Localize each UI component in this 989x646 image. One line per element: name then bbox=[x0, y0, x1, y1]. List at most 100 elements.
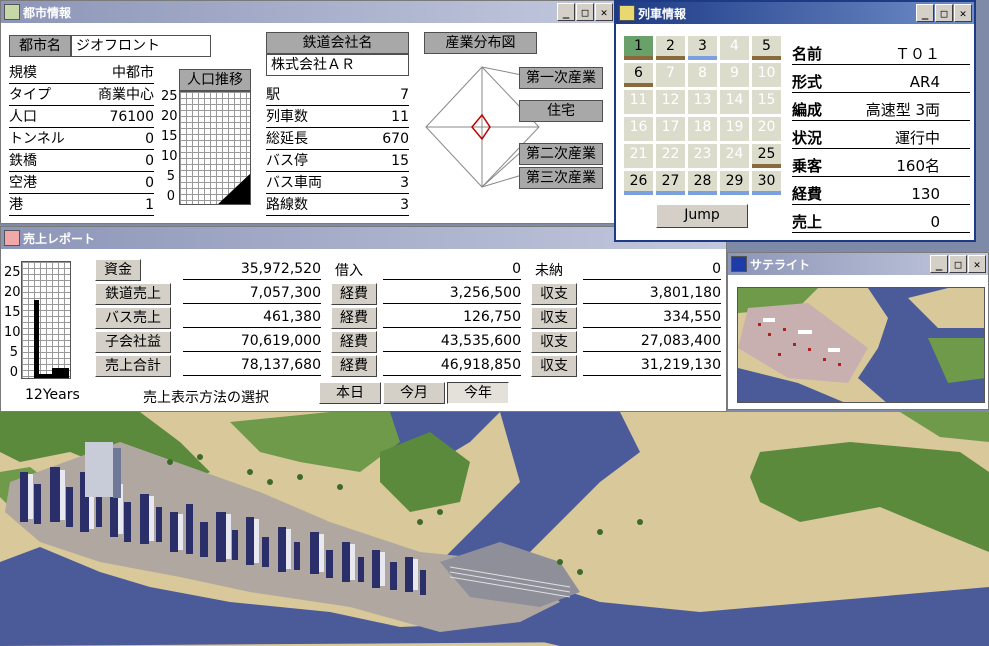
population-axis-tick: 25 bbox=[161, 89, 178, 104]
train-cell[interactable]: 16 bbox=[624, 117, 653, 141]
train-cell[interactable]: 6 bbox=[624, 63, 653, 87]
train-cell[interactable]: 26 bbox=[624, 171, 653, 195]
train-cell[interactable]: 3 bbox=[688, 36, 717, 60]
sales-row-right-label[interactable]: 収支 bbox=[531, 283, 577, 305]
train-cell[interactable]: 18 bbox=[688, 117, 717, 141]
city-stat-value: 0 bbox=[145, 131, 154, 147]
game-viewport[interactable] bbox=[0, 412, 989, 646]
train-cell[interactable]: 11 bbox=[624, 90, 653, 114]
industry-label-residential: 住宅 bbox=[519, 100, 603, 122]
rail-stat-value: 11 bbox=[391, 109, 409, 125]
train-cell[interactable]: 7 bbox=[656, 63, 685, 87]
maximize-button[interactable]: □ bbox=[935, 4, 953, 22]
train-info-label: 状況 bbox=[792, 129, 823, 147]
sales-chart bbox=[21, 261, 71, 379]
rail-stat-value: 7 bbox=[400, 87, 409, 103]
train-cell[interactable]: 24 bbox=[720, 144, 749, 168]
sales-row-right-label[interactable]: 収支 bbox=[531, 307, 577, 329]
population-chart bbox=[179, 91, 251, 205]
rail-stat-label: バス停 bbox=[266, 153, 308, 169]
train-cell[interactable]: 9 bbox=[720, 63, 749, 87]
sales-report-window[interactable]: 売上レポート 25 20 15 10 5 0 12Years 資金 35,972,520 借入… bbox=[0, 226, 727, 412]
train-info-value: 160名 bbox=[896, 157, 940, 175]
train-cell-status-bar bbox=[688, 56, 717, 60]
train-cell[interactable]: 14 bbox=[720, 90, 749, 114]
sales-row-mid-label[interactable]: 経費 bbox=[331, 283, 377, 305]
satellite-window-icon bbox=[731, 256, 747, 272]
minimize-button[interactable]: _ bbox=[916, 4, 934, 22]
sales-row-mid-label[interactable]: 経費 bbox=[331, 355, 377, 377]
maximize-button[interactable]: □ bbox=[949, 255, 967, 273]
population-axis-tick: 15 bbox=[161, 129, 178, 144]
train-info-label: 編成 bbox=[792, 101, 823, 119]
city-stat-value: 1 bbox=[145, 197, 154, 213]
jump-button[interactable]: Jump bbox=[656, 204, 748, 228]
train-cell[interactable]: 15 bbox=[752, 90, 781, 114]
train-cell[interactable]: 19 bbox=[720, 117, 749, 141]
city-stat-value: 76100 bbox=[109, 109, 154, 125]
train-info-label: 名前 bbox=[792, 45, 823, 63]
game-map-render[interactable] bbox=[0, 412, 989, 646]
rail-stat-value: 15 bbox=[391, 153, 409, 169]
sales-row-mid-label[interactable]: 経費 bbox=[331, 307, 377, 329]
period-button-today[interactable]: 本日 bbox=[319, 382, 381, 404]
train-cell[interactable]: 25 bbox=[752, 144, 781, 168]
train-cell[interactable]: 1 bbox=[624, 36, 653, 60]
minimize-button[interactable]: _ bbox=[930, 255, 948, 273]
sales-row-label[interactable]: 子会社益 bbox=[95, 331, 171, 353]
maximize-button[interactable]: □ bbox=[576, 3, 594, 21]
train-cell[interactable]: 4 bbox=[720, 36, 749, 60]
city-stat-label: 空港 bbox=[9, 175, 37, 191]
sales-row-mid-value: 46,918,850 bbox=[383, 355, 521, 376]
satellite-titlebar[interactable]: サテライト _ □ ✕ bbox=[728, 253, 988, 275]
sales-row-label[interactable]: 鉄道売上 bbox=[95, 283, 171, 305]
train-cell[interactable]: 5 bbox=[752, 36, 781, 60]
sales-row-right-label: 未納 bbox=[535, 263, 563, 279]
sales-row-label[interactable]: 売上合計 bbox=[95, 355, 171, 377]
industry-label-secondary: 第二次産業 bbox=[519, 143, 603, 165]
train-cell[interactable]: 12 bbox=[656, 90, 685, 114]
close-button[interactable]: ✕ bbox=[595, 3, 613, 21]
train-cell[interactable]: 21 bbox=[624, 144, 653, 168]
train-cell[interactable]: 13 bbox=[688, 90, 717, 114]
sales-row-label[interactable]: バス売上 bbox=[95, 307, 171, 329]
train-cell[interactable]: 10 bbox=[752, 63, 781, 87]
sales-row-mid-label[interactable]: 経費 bbox=[331, 331, 377, 353]
city-info-titlebar[interactable]: 都市情報 _ □ ✕ bbox=[1, 1, 615, 23]
train-cell[interactable]: 20 bbox=[752, 117, 781, 141]
satellite-minimap[interactable] bbox=[737, 287, 985, 403]
sales-row-right-label[interactable]: 収支 bbox=[531, 355, 577, 377]
sales-chart-caption: 12Years bbox=[25, 387, 80, 403]
period-button-month[interactable]: 今月 bbox=[383, 382, 445, 404]
sales-row-label[interactable]: 資金 bbox=[95, 259, 141, 281]
train-cell[interactable]: 23 bbox=[688, 144, 717, 168]
train-cell[interactable]: 28 bbox=[688, 171, 717, 195]
close-button[interactable]: ✕ bbox=[968, 255, 986, 273]
train-cell[interactable]: 2 bbox=[656, 36, 685, 60]
sales-row-value: 70,619,000 bbox=[183, 331, 321, 352]
rail-stat-value: 3 bbox=[400, 197, 409, 213]
sales-row-right-label[interactable]: 収支 bbox=[531, 331, 577, 353]
satellite-window[interactable]: サテライト _ □ ✕ bbox=[727, 252, 989, 410]
minimize-button[interactable]: _ bbox=[557, 3, 575, 21]
sales-axis-tick: 10 bbox=[4, 325, 21, 340]
train-cell[interactable]: 17 bbox=[656, 117, 685, 141]
train-cell[interactable]: 27 bbox=[656, 171, 685, 195]
city-info-window[interactable]: 都市情報 _ □ ✕ 都市名 ジオフロント 規模 中都市 タイプ 商業中心 人口 7610… bbox=[0, 0, 616, 224]
train-cell[interactable]: 30 bbox=[752, 171, 781, 195]
train-cell-status-bar bbox=[624, 83, 653, 87]
population-axis-tick: 0 bbox=[166, 189, 175, 204]
rail-stat-row: バス車両 3 bbox=[266, 173, 409, 194]
sales-row-right-value: 31,219,130 bbox=[583, 355, 721, 376]
railway-company-label: 鉄道会社名 bbox=[266, 32, 409, 54]
population-trend-bars bbox=[218, 173, 250, 204]
train-cell[interactable]: 8 bbox=[688, 63, 717, 87]
city-stat-label: タイプ bbox=[9, 87, 51, 103]
train-info-titlebar[interactable]: 列車情報 _ □ ✕ bbox=[616, 2, 974, 24]
sales-report-title: 売上レポート bbox=[23, 231, 96, 246]
train-cell[interactable]: 29 bbox=[720, 171, 749, 195]
train-cell[interactable]: 22 bbox=[656, 144, 685, 168]
period-button-year[interactable]: 今年 bbox=[447, 382, 509, 404]
close-button[interactable]: ✕ bbox=[954, 4, 972, 22]
train-info-window[interactable]: 列車情報 _ □ ✕ 1 2 3 4 5 6 7 8 9 10 11 12 13 14 15 16 17 18 19… bbox=[614, 0, 976, 242]
